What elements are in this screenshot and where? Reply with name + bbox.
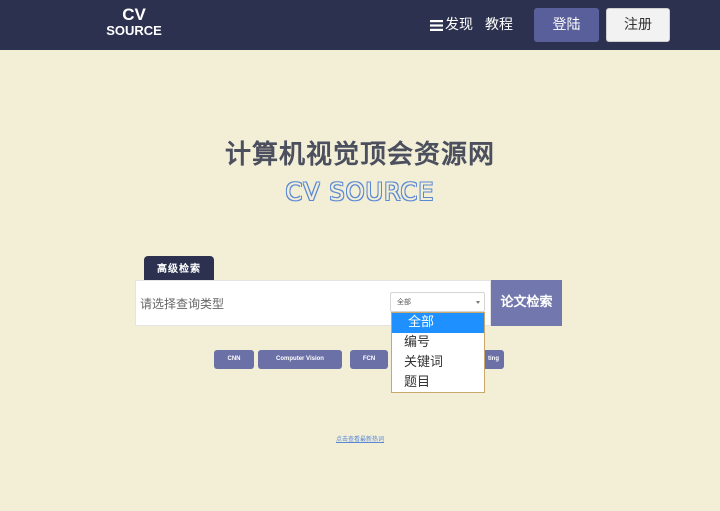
dropdown-option-number[interactable]: 编号 (392, 333, 484, 353)
logo-line-source: SOURCE (106, 23, 162, 38)
nav-discover-link[interactable]: 发现 (430, 15, 473, 35)
tag-cnn[interactable]: CNN (214, 350, 254, 369)
dropdown-option-title[interactable]: 题目 (392, 373, 484, 393)
logo-line-cv: CV (122, 5, 146, 24)
paper-search-button[interactable]: 论文检索 (491, 280, 562, 326)
menu-icon (430, 19, 443, 31)
tag-fcn[interactable]: FCN (350, 350, 388, 369)
nav-discover-label: 发现 (445, 17, 473, 33)
search-type-select[interactable]: 全部 (390, 292, 485, 312)
search-type-dropdown: 全部 编号 关键词 题目 (391, 312, 485, 393)
login-button[interactable]: 登陆 (534, 8, 599, 42)
page-title: 计算机视觉顶会资源网 (224, 140, 495, 170)
nav-tutorial-link[interactable]: 教程 (485, 15, 513, 35)
search-type-value: 全部 (397, 298, 411, 306)
tag-computer-vision[interactable]: Computer Vision (258, 350, 342, 369)
chevron-down-icon (476, 301, 480, 304)
register-button[interactable]: 注册 (606, 8, 670, 42)
page-subtitle: CV SOURCE (285, 178, 435, 206)
advanced-search-tab[interactable]: 高级检索 (144, 256, 214, 282)
hot-words-link[interactable]: 点击查看最新热词 (0, 434, 720, 443)
search-input[interactable] (140, 293, 380, 315)
dropdown-option-all[interactable]: 全部 (392, 313, 484, 333)
dropdown-option-keyword[interactable]: 关键词 (392, 353, 484, 373)
top-navbar: CV SOURCE 发现 教程 登陆 注册 (0, 0, 720, 50)
site-logo[interactable]: CV SOURCE (104, 6, 164, 37)
